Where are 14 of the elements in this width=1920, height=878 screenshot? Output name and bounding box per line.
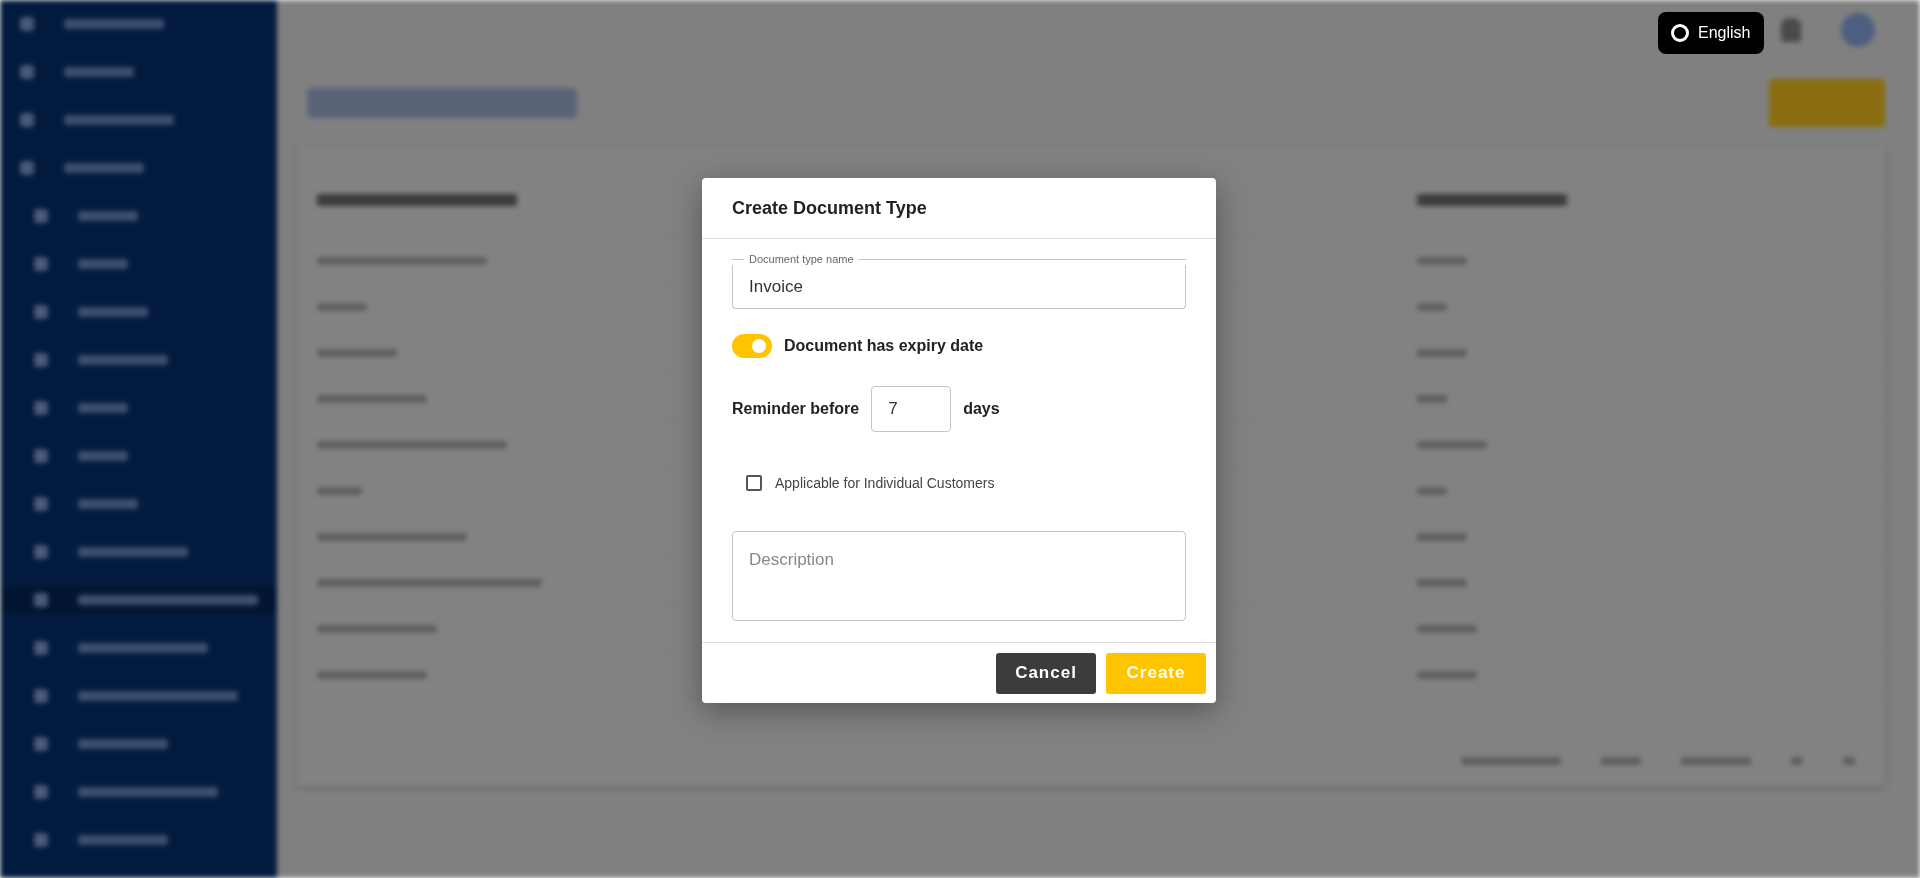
reminder-days-field[interactable]: 7 bbox=[871, 386, 952, 432]
checkbox-label: Applicable for Individual Customers bbox=[775, 475, 995, 491]
description-field[interactable]: Description bbox=[732, 531, 1186, 621]
language-button[interactable]: English bbox=[1658, 12, 1765, 54]
reminder-label: Reminder before bbox=[732, 400, 860, 418]
days-label: days bbox=[963, 400, 1000, 418]
field-label: Document type name bbox=[748, 253, 855, 265]
cancel-button[interactable]: Cancel bbox=[996, 652, 1096, 694]
toggle-switch[interactable] bbox=[732, 334, 772, 358]
toggle-label: Document has expiry date bbox=[784, 337, 984, 355]
checkbox[interactable] bbox=[746, 475, 762, 491]
name-field[interactable]: Invoice bbox=[732, 265, 1186, 309]
dialog-title: Create Document Type bbox=[732, 197, 927, 219]
circle-icon bbox=[1670, 23, 1690, 43]
